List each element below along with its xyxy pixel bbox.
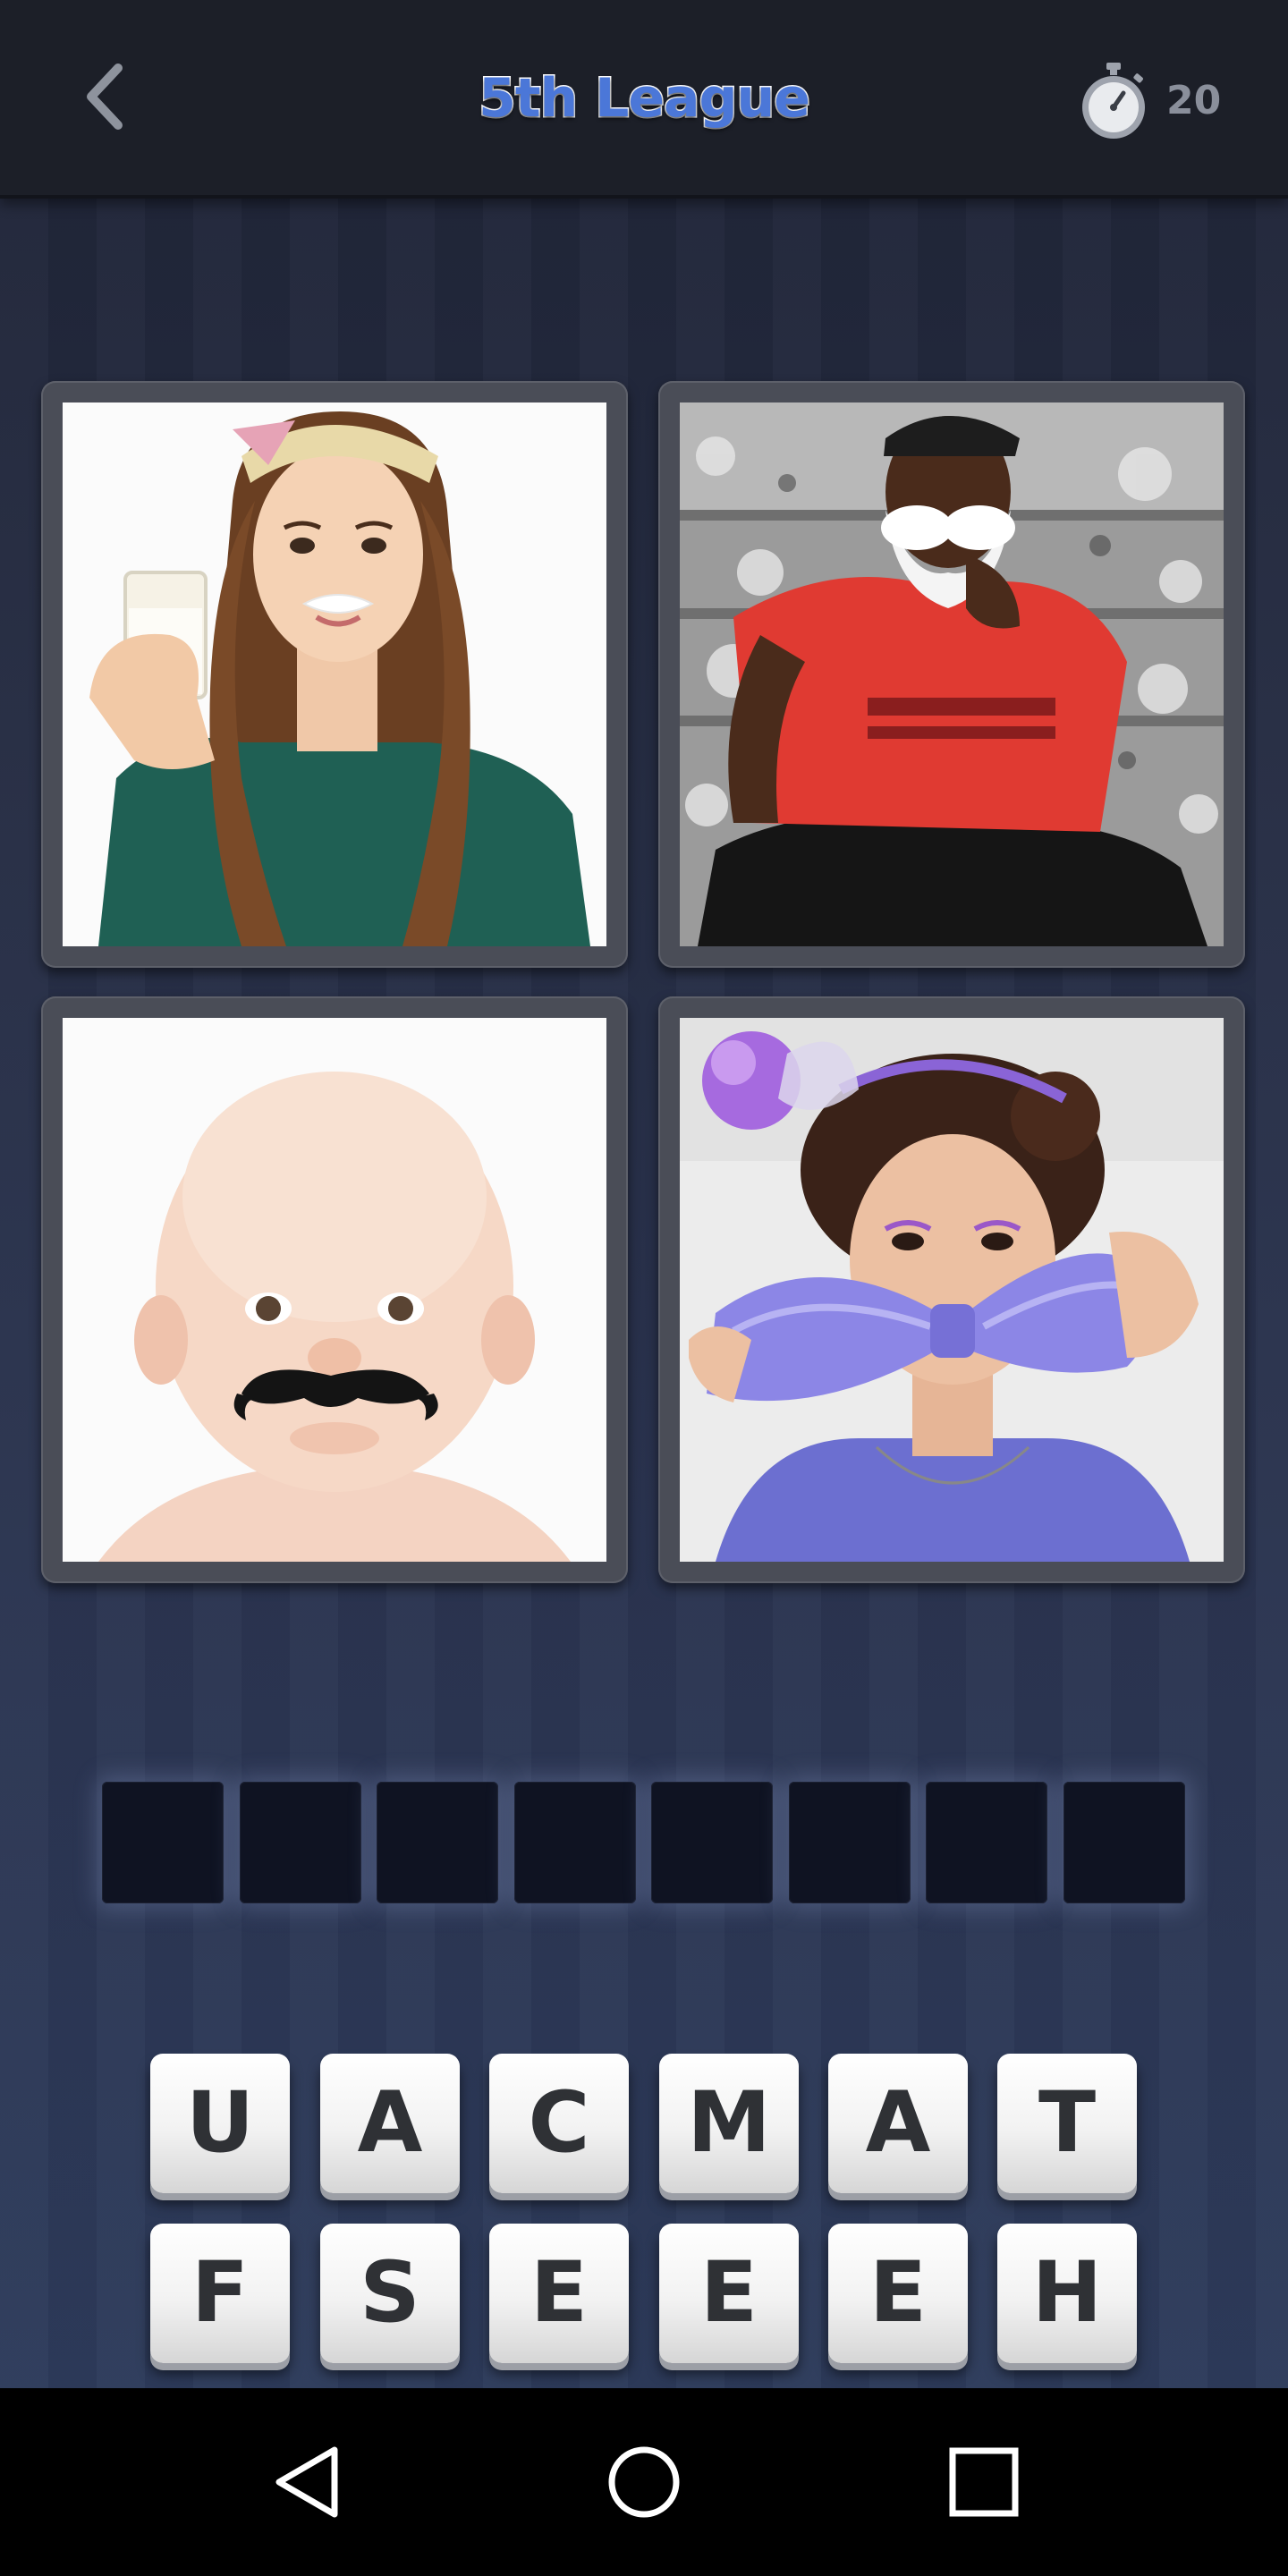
answer-slot[interactable] (377, 1782, 498, 1903)
puzzle-image-3[interactable] (41, 996, 628, 1583)
puzzle-image-1[interactable] (41, 381, 628, 968)
answer-slot[interactable] (514, 1782, 636, 1903)
letter-key[interactable]: M (659, 2054, 799, 2193)
letter-key[interactable]: E (828, 2224, 968, 2363)
letter-key[interactable]: S (320, 2224, 460, 2363)
square-recents-icon (949, 2447, 1019, 2517)
letter-key[interactable]: F (150, 2224, 290, 2363)
back-button[interactable] (63, 52, 152, 141)
puzzle-image-2[interactable] (658, 381, 1245, 968)
answer-slot[interactable] (651, 1782, 773, 1903)
answer-slot[interactable] (926, 1782, 1047, 1903)
letter-key[interactable]: H (997, 2224, 1137, 2363)
girl-milk-mustache-photo (63, 402, 606, 946)
answer-slot[interactable] (1063, 1782, 1185, 1903)
letter-key[interactable]: A (320, 2054, 460, 2193)
letter-key[interactable]: E (659, 2224, 799, 2363)
league-title: 5th League (478, 66, 812, 131)
nav-recents-button[interactable] (939, 2437, 1029, 2527)
stopwatch-icon (1082, 63, 1145, 139)
man-white-mustache-photo (680, 402, 1224, 946)
answer-slot[interactable] (789, 1782, 911, 1903)
letter-key[interactable]: U (150, 2054, 290, 2193)
circle-home-icon (608, 2446, 680, 2518)
answer-slot[interactable] (240, 1782, 361, 1903)
letter-key[interactable]: T (997, 2054, 1137, 2193)
woman-bow-mustache-photo (680, 1018, 1224, 1562)
baby-fake-mustache-photo (63, 1018, 606, 1562)
game-screen: 5th League 20 U A C M A T F S E E E H (0, 0, 1288, 2388)
system-nav-bar (0, 2388, 1288, 2576)
nav-home-button[interactable] (599, 2437, 689, 2527)
letter-key[interactable]: A (828, 2054, 968, 2193)
answer-slots (102, 1782, 1188, 1907)
letter-key[interactable]: E (489, 2224, 629, 2363)
header-bar: 5th League 20 (0, 0, 1288, 199)
chevron-left-icon (87, 64, 123, 130)
puzzle-image-4[interactable] (658, 996, 1245, 1583)
answer-slot[interactable] (102, 1782, 224, 1903)
timer-count: 20 (1166, 78, 1222, 123)
nav-back-button[interactable] (259, 2437, 349, 2527)
triangle-back-icon (275, 2446, 338, 2518)
letter-key[interactable]: C (489, 2054, 629, 2193)
